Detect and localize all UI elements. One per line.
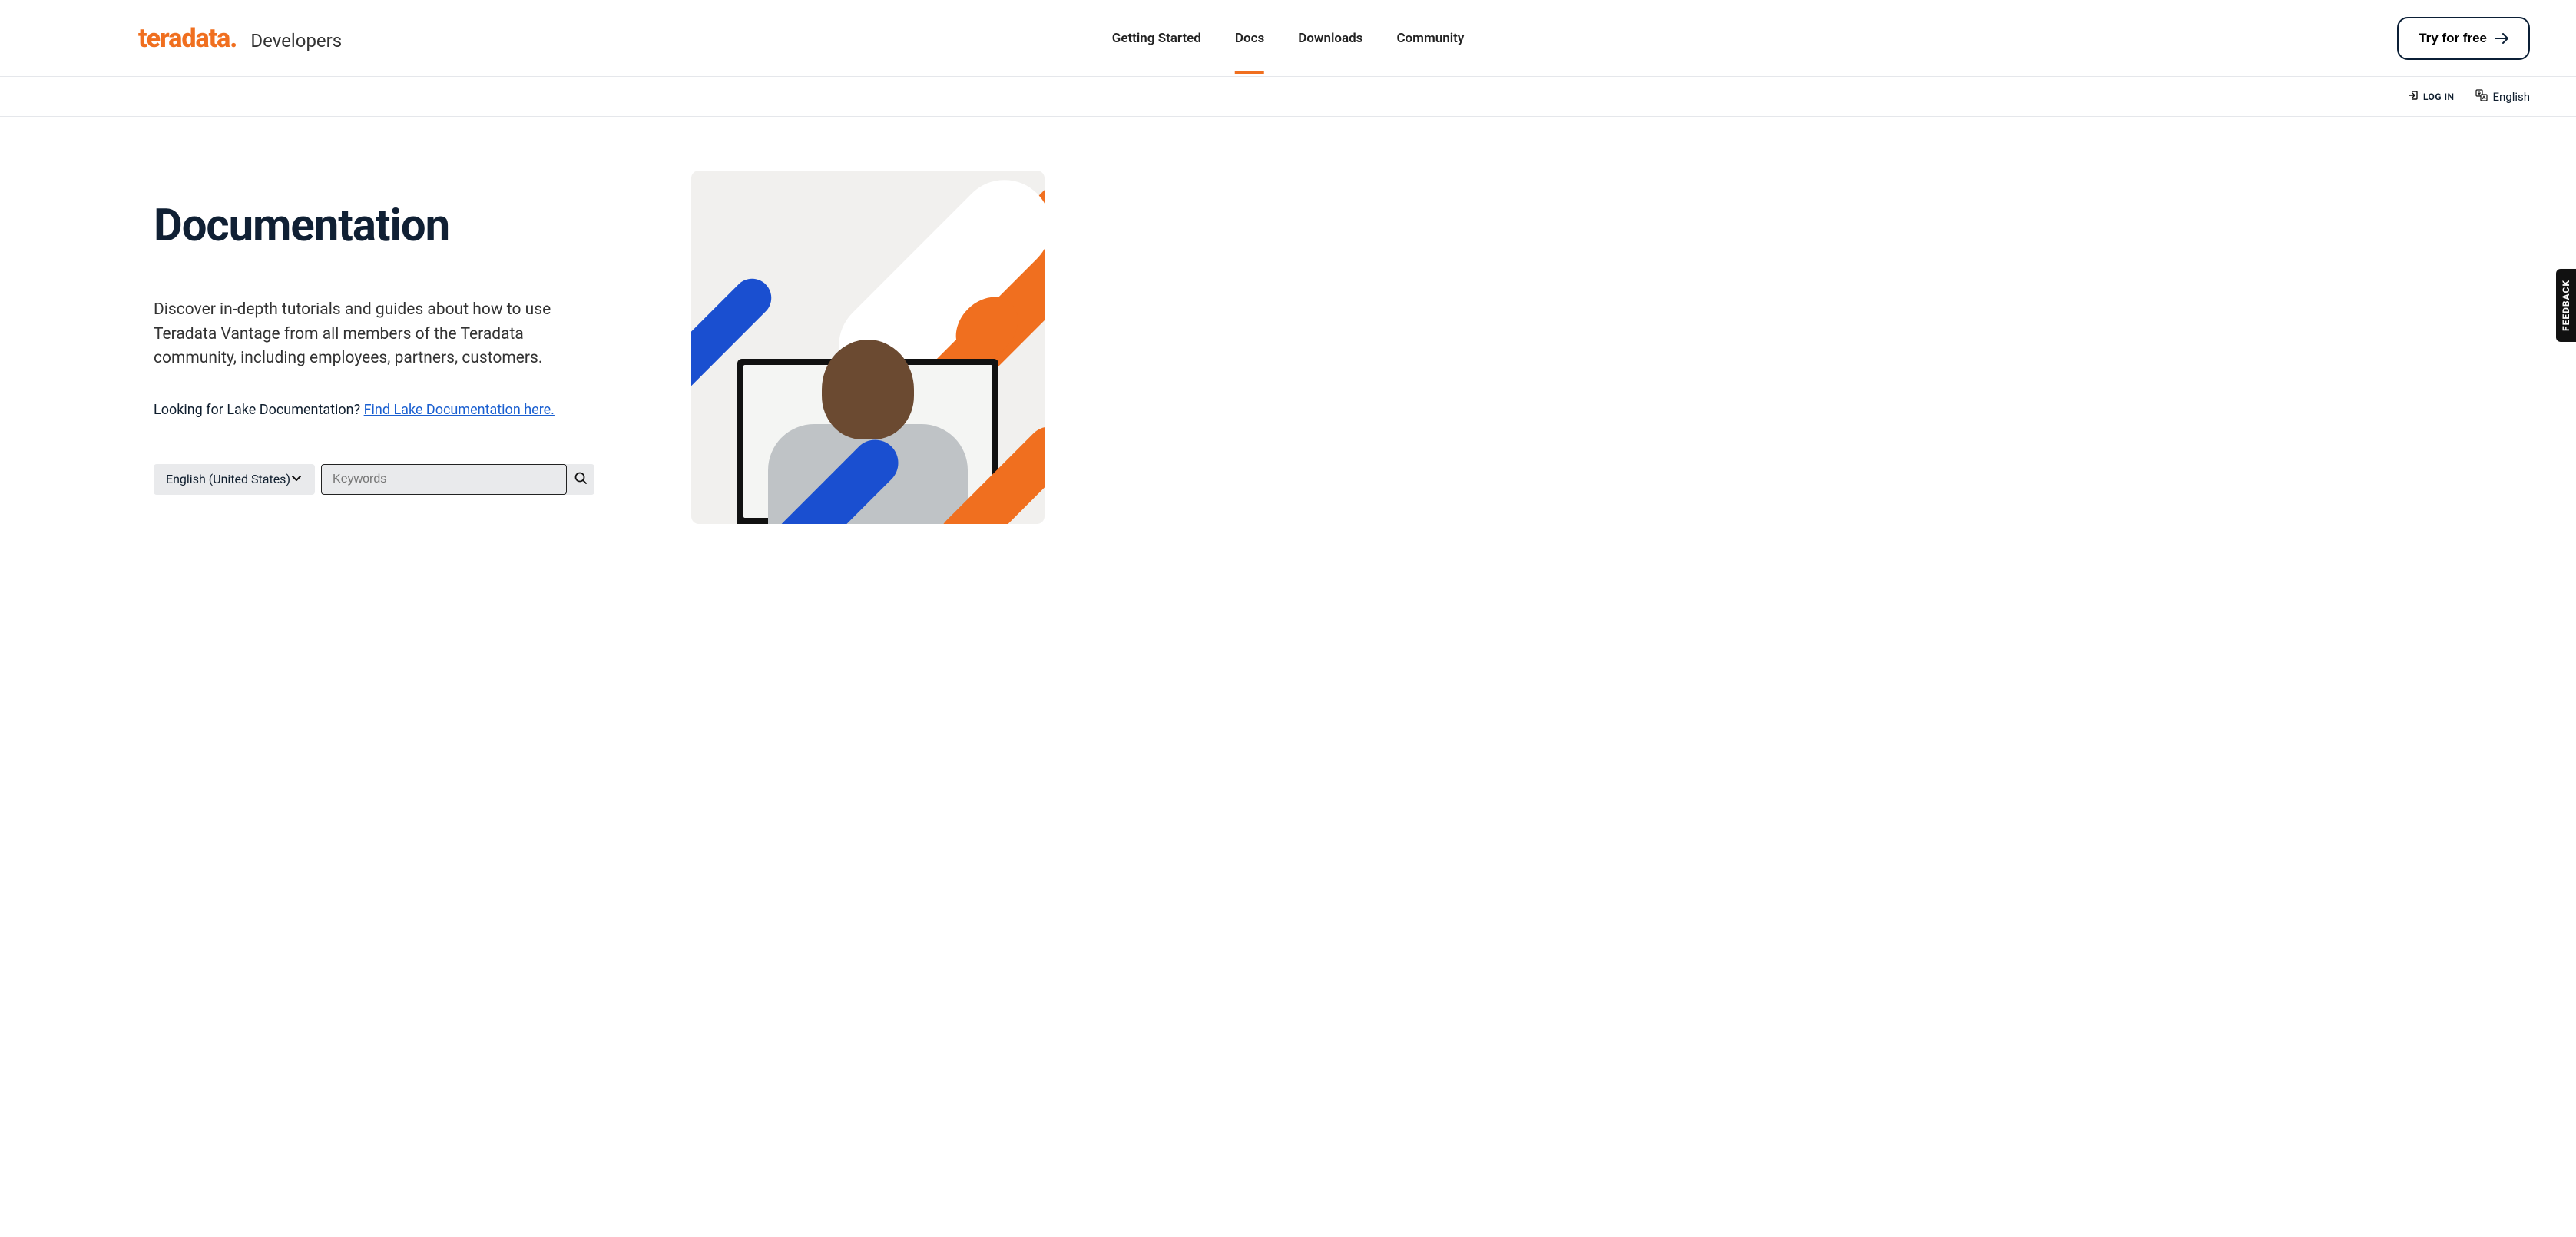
decor-person — [822, 340, 914, 439]
feedback-tab[interactable]: FEEDBACK — [2556, 269, 2576, 342]
translate-icon — [2475, 89, 2488, 104]
log-in-label: LOG IN — [2423, 91, 2455, 102]
language-switcher[interactable]: English — [2475, 89, 2530, 104]
log-in-icon — [2408, 90, 2419, 103]
utility-bar: LOG IN English — [0, 77, 2576, 117]
hero: Documentation Discover in-depth tutorial… — [0, 117, 2576, 555]
lake-docs-link[interactable]: Find Lake Documentation here. — [364, 402, 555, 418]
brand[interactable]: teradata. Developers — [138, 23, 342, 54]
top-nav: teradata. Developers Getting Started Doc… — [0, 0, 2576, 77]
arrow-right-icon — [2495, 33, 2508, 44]
hero-image — [691, 171, 1045, 524]
search-language-selected: English (United States) — [166, 472, 290, 486]
search-language-select[interactable]: English (United States) — [154, 464, 315, 495]
nav-docs[interactable]: Docs — [1235, 25, 1264, 52]
hero-left: Documentation Discover in-depth tutorial… — [154, 200, 645, 495]
search-input[interactable] — [321, 464, 567, 495]
log-in-button[interactable]: LOG IN — [2408, 90, 2455, 103]
lake-docs-prompt: Looking for Lake Documentation? — [154, 402, 364, 418]
search-row: English (United States) — [154, 464, 645, 495]
nav-getting-started[interactable]: Getting Started — [1112, 25, 1201, 52]
search-button[interactable] — [567, 464, 594, 495]
main-nav: Getting Started Docs Downloads Community — [1112, 25, 1465, 52]
try-for-free-label: Try for free — [2419, 31, 2487, 46]
nav-downloads[interactable]: Downloads — [1298, 25, 1362, 52]
page-title: Documentation — [154, 200, 645, 252]
hero-description: Discover in-depth tutorials and guides a… — [154, 298, 568, 371]
try-for-free-button[interactable]: Try for free — [2397, 17, 2530, 60]
language-label: English — [2492, 90, 2530, 104]
search-group — [321, 464, 594, 495]
nav-right: Try for free — [2397, 17, 2530, 60]
brand-subtitle: Developers — [250, 30, 342, 51]
nav-community[interactable]: Community — [1396, 25, 1464, 52]
lake-docs-line: Looking for Lake Documentation? Find Lak… — [154, 402, 645, 418]
chevron-down-icon — [290, 472, 303, 487]
brand-logo: teradata. — [138, 23, 237, 54]
search-icon — [574, 471, 588, 488]
